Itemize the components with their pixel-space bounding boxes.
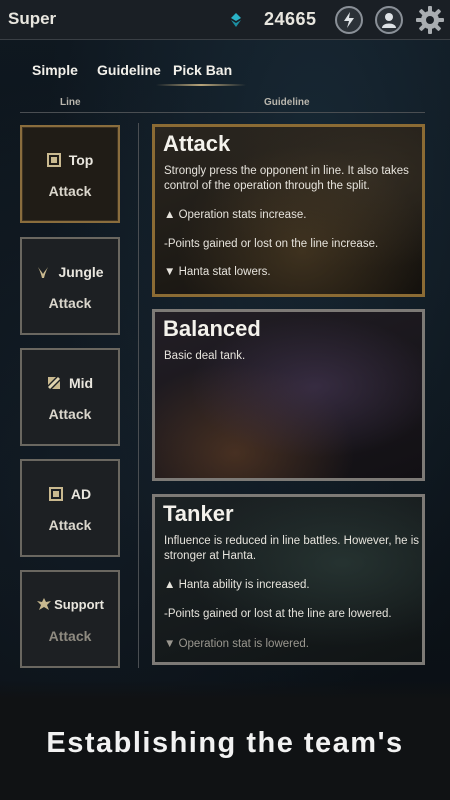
card-line: ▲ Hanta ability is increased. bbox=[164, 579, 310, 591]
lane-name-wrapper: Jungle bbox=[22, 264, 118, 280]
lane-button-ad[interactable]: AD Attack bbox=[20, 459, 120, 557]
card-description: Strongly press the opponent in line. It … bbox=[164, 165, 409, 192]
profile-icon bbox=[382, 13, 396, 28]
diamond-icon bbox=[231, 13, 241, 27]
active-tab-indicator bbox=[156, 84, 246, 86]
card-attack[interactable]: Attack Strongly press the opponent in li… bbox=[152, 124, 425, 297]
card-description: Influence is reduced in line battles. Ho… bbox=[164, 535, 420, 562]
lane-name: Mid bbox=[68, 375, 94, 391]
gear-icon[interactable] bbox=[415, 5, 445, 35]
lane-style: Attack bbox=[48, 406, 92, 422]
column-divider bbox=[138, 123, 139, 668]
lane-name-wrapper: Top bbox=[22, 152, 118, 168]
card-line: -Points gained or lost at the line are l… bbox=[164, 608, 392, 620]
lane-button-jungle[interactable]: Jungle Attack bbox=[20, 237, 120, 335]
lightning-button[interactable] bbox=[335, 6, 363, 34]
lane-style: Attack bbox=[48, 628, 92, 644]
card-tanker[interactable]: Tanker Influence is reduced in line batt… bbox=[152, 494, 425, 665]
divider bbox=[20, 112, 425, 113]
app-title: Super bbox=[8, 9, 57, 28]
lightning-icon bbox=[344, 12, 354, 28]
lane-button-top[interactable]: Top Attack bbox=[20, 125, 120, 223]
tab-pick-ban[interactable]: Pick Ban bbox=[173, 62, 232, 78]
lane-style: Attack bbox=[48, 295, 92, 311]
tab-simple[interactable]: Simple bbox=[32, 62, 78, 78]
card-title: Balanced bbox=[163, 316, 261, 341]
card-line: ▲ Operation stats increase. bbox=[164, 209, 307, 221]
lane-name: Jungle bbox=[58, 264, 104, 280]
column-header-line: Line bbox=[60, 97, 81, 108]
top-bar: Super 24665 bbox=[0, 0, 450, 40]
profile-button[interactable] bbox=[375, 6, 403, 34]
support-lane-icon bbox=[37, 598, 52, 610]
lane-name: Top bbox=[68, 152, 94, 168]
column-header-guideline: Guideline bbox=[264, 97, 310, 108]
points-counter: 24665 bbox=[264, 9, 317, 29]
card-line: -Points gained or lost on the line incre… bbox=[164, 238, 379, 250]
top-lane-icon bbox=[46, 153, 61, 167]
lane-name-wrapper: AD bbox=[22, 486, 118, 502]
lane-name-wrapper: Support bbox=[22, 597, 118, 612]
lane-name: AD bbox=[70, 486, 92, 502]
tab-guideline[interactable]: Guideline bbox=[97, 62, 161, 78]
card-line: ▼ Operation stat is lowered. bbox=[164, 638, 309, 650]
lane-style: Attack bbox=[48, 517, 92, 533]
lane-style: Attack bbox=[48, 183, 92, 199]
ad-lane-icon bbox=[48, 487, 63, 501]
card-title: Attack bbox=[163, 131, 231, 156]
lane-button-mid[interactable]: Mid Attack bbox=[20, 348, 120, 446]
card-title: Tanker bbox=[163, 501, 234, 526]
jungle-lane-icon bbox=[38, 267, 49, 278]
lane-name: Support bbox=[54, 597, 104, 612]
mid-lane-icon bbox=[47, 377, 60, 389]
lane-button-support[interactable]: Support Attack bbox=[20, 570, 120, 668]
card-balanced[interactable]: Balanced Basic deal tank. bbox=[152, 309, 425, 481]
lane-name-wrapper: Mid bbox=[22, 375, 118, 391]
card-description: Basic deal tank. bbox=[164, 350, 246, 362]
caption-text: Establishing the team's bbox=[46, 727, 404, 759]
card-line: ▼ Hanta stat lowers. bbox=[164, 266, 271, 278]
